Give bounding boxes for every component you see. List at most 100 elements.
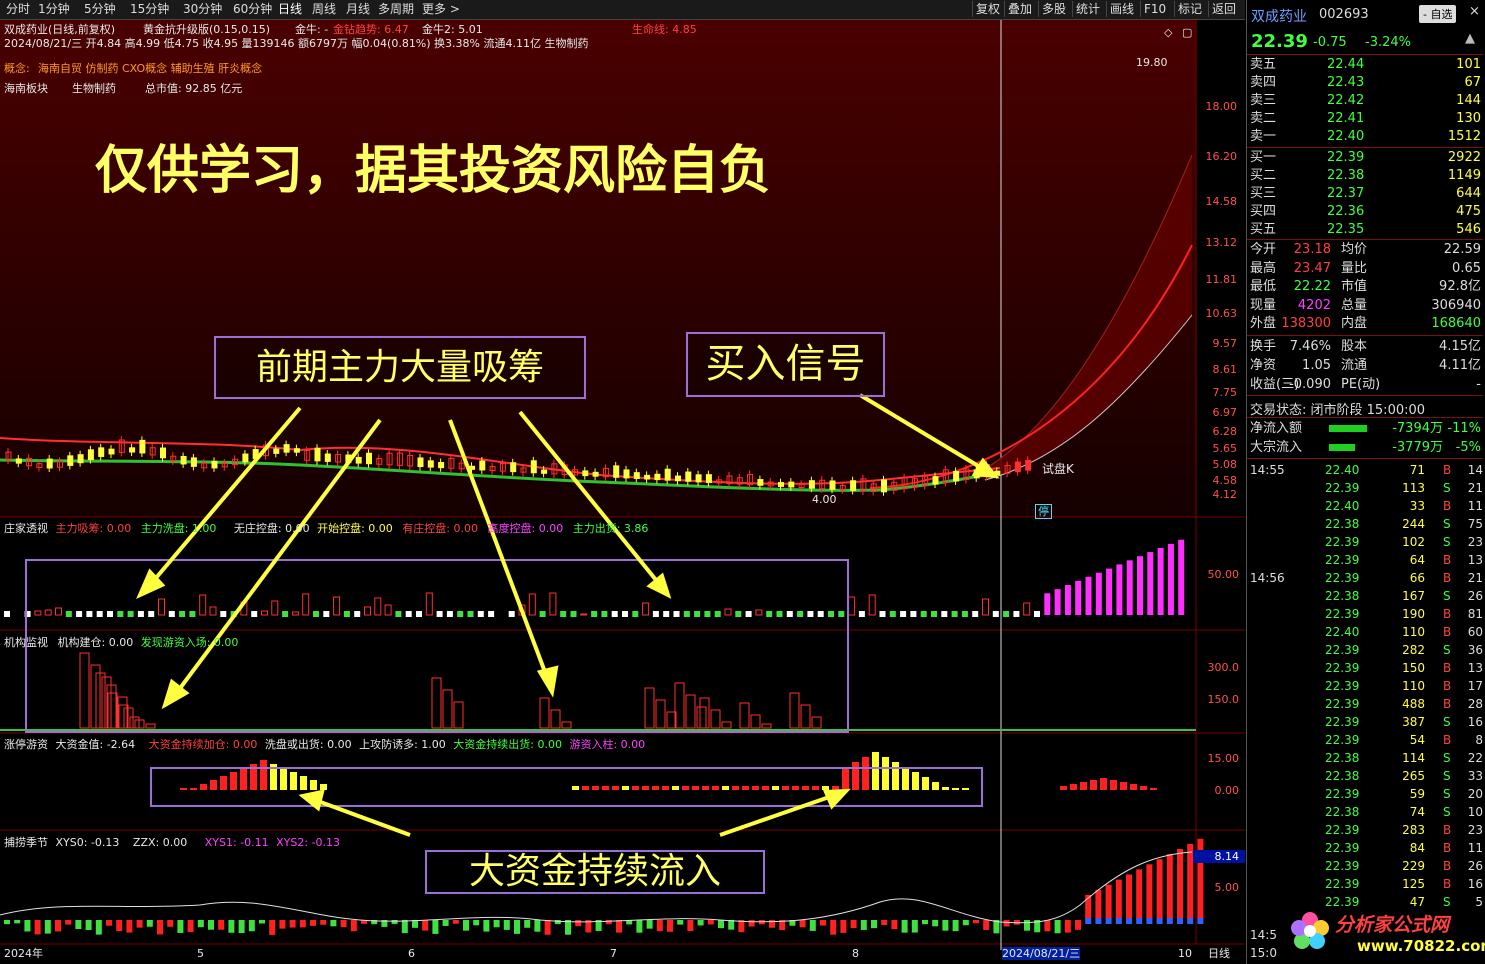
sub1-bar <box>622 611 628 617</box>
f10-button[interactable]: F10 <box>1140 1 1169 17</box>
multi-stock-button[interactable]: 多股 <box>1038 1 1069 17</box>
tick-row[interactable]: 22.39 150 B 13 <box>1247 659 1483 677</box>
sub1-bar <box>1023 602 1031 616</box>
mark-button[interactable]: 标记 <box>1174 1 1205 17</box>
diamond-icon[interactable]: ◇ <box>1164 26 1172 39</box>
candle-body <box>613 465 620 478</box>
sub4-bar <box>707 920 714 925</box>
tick-row[interactable]: 22.39 110 B 17 <box>1247 677 1483 695</box>
bid-row[interactable]: 买五 22.35 546 <box>1247 221 1481 239</box>
sub1-bar <box>652 611 659 617</box>
period-tab-timeshare[interactable]: 分时 <box>6 2 30 17</box>
tick-row[interactable]: 22.39 283 B 23 <box>1247 821 1483 839</box>
tick-row[interactable]: 14:55 22.40 71 B 14 <box>1247 461 1483 479</box>
sub4-bar <box>942 920 949 931</box>
chart-area[interactable]: 双成药业(日线,前复权) 黄金抗升级版(0.15,0.15) 金牛: - 金钻趋… <box>0 20 1245 964</box>
sub3-bar <box>260 760 267 790</box>
tick-row[interactable]: 22.40 33 B 11 <box>1247 497 1483 515</box>
sub3-bar <box>1090 780 1097 790</box>
period-tab-weekly[interactable]: 周线 <box>312 2 336 17</box>
tick-row[interactable]: 22.38 167 S 26 <box>1247 587 1483 605</box>
bell-icon[interactable]: ▲ <box>1465 31 1475 46</box>
tick-row[interactable]: 22.39 488 B 28 <box>1247 695 1483 713</box>
back-button[interactable]: 返回 <box>1208 1 1239 17</box>
tick-price: 22.39 <box>1325 679 1360 693</box>
tick-row[interactable]: 22.39 59 S 20 <box>1247 785 1483 803</box>
sub3-title[interactable]: 涨停游资 <box>4 738 48 751</box>
period-tab-1min[interactable]: 1分钟 <box>38 2 70 17</box>
draw-line-button[interactable]: 画线 <box>1106 1 1137 17</box>
bid-row[interactable]: 买三 22.37 644 <box>1247 185 1481 203</box>
bid-row[interactable]: 买一 22.39 2922 <box>1247 149 1481 167</box>
period-tab-30min[interactable]: 30分钟 <box>183 2 222 17</box>
period-tab-5min[interactable]: 5分钟 <box>84 2 116 17</box>
tick-volume: 114 <box>1402 751 1425 765</box>
sub3-bar <box>582 786 589 790</box>
ask-row[interactable]: 卖五 22.44 101 <box>1247 56 1481 74</box>
period-tab-15min[interactable]: 15分钟 <box>130 2 169 17</box>
add-watchlist-button[interactable]: - 自选 <box>1419 5 1457 23</box>
trade-status: 交易状态: 闭市阶段 15:00:00 <box>1250 403 1426 418</box>
tick-row[interactable]: 22.39 84 B 11 <box>1247 839 1483 857</box>
tick-row[interactable]: 22.38 244 S 75 <box>1247 515 1483 533</box>
stop-badge: 停 <box>1035 504 1052 519</box>
ask-row[interactable]: 卖四 22.43 67 <box>1247 74 1481 92</box>
ask-row[interactable]: 卖三 22.42 144 <box>1247 92 1481 110</box>
tick-row[interactable]: 22.38 114 S 22 <box>1247 749 1483 767</box>
bid-row[interactable]: 买四 22.36 475 <box>1247 203 1481 221</box>
ask-row[interactable]: 卖二 22.41 130 <box>1247 110 1481 128</box>
sub3-bar <box>962 788 969 790</box>
date-axis-period[interactable]: 日线 <box>1208 947 1230 960</box>
adjust-button[interactable]: 复权 <box>972 1 1003 17</box>
date-axis-jun: 6 <box>408 947 415 960</box>
tick-row[interactable]: 22.40 110 B 60 <box>1247 623 1483 641</box>
tick-row[interactable]: 22.39 54 B 8 <box>1247 731 1483 749</box>
tick-row[interactable]: 22.39 102 S 23 <box>1247 533 1483 551</box>
sub1-bar <box>209 606 217 616</box>
tick-row[interactable]: 22.39 282 S 36 <box>1247 641 1483 659</box>
tick-row[interactable]: 14:56 22.39 66 B 21 <box>1247 569 1483 587</box>
sub1-title[interactable]: 庄家透视 <box>4 522 48 535</box>
sub4-bar <box>677 920 684 925</box>
stat-row: 收益(三) -0.090 PE(动) - <box>1247 376 1481 394</box>
bid-volume: 546 <box>1456 222 1481 237</box>
candle-body <box>67 455 74 466</box>
sub2-title[interactable]: 机构监视 <box>4 636 48 649</box>
stat-value: 92.8亿 <box>1439 279 1481 294</box>
stock-title: 双成药业(日线,前复权) <box>4 23 116 36</box>
period-tab-more[interactable]: 更多 > <box>422 2 460 17</box>
bid-row[interactable]: 买二 22.38 1149 <box>1247 167 1481 185</box>
indicator-name[interactable]: 黄金抗升级版(0.15,0.15) <box>143 23 270 36</box>
tick-row[interactable]: 22.39 113 S 21 <box>1247 479 1483 497</box>
window-icon[interactable]: ▢ <box>1182 26 1192 39</box>
tick-row[interactable]: 22.39 387 S 16 <box>1247 713 1483 731</box>
ask-row[interactable]: 卖一 22.40 1512 <box>1247 128 1481 146</box>
tick-row[interactable]: 22.39 64 B 13 <box>1247 551 1483 569</box>
flow-value: -3779万 <box>1392 440 1443 455</box>
sub1-bar <box>127 611 134 617</box>
sub1-bar <box>776 611 783 617</box>
sub1-bar <box>828 611 834 617</box>
tick-direction: S <box>1443 643 1451 657</box>
close-panel-icon[interactable]: × <box>1469 4 1480 19</box>
tick-count: 26 <box>1467 859 1483 873</box>
sub1-bar <box>694 611 701 617</box>
period-tab-multi[interactable]: 多周期 <box>378 2 414 17</box>
period-tab-60min[interactable]: 60分钟 <box>233 2 272 17</box>
period-tab-monthly[interactable]: 月线 <box>346 2 370 17</box>
tick-row[interactable]: 22.39 125 B 16 <box>1247 875 1483 893</box>
tick-row[interactable]: 22.38 265 S 33 <box>1247 767 1483 785</box>
tick-row[interactable]: 22.38 74 S 10 <box>1247 803 1483 821</box>
current-price: 22.39 <box>1251 31 1308 52</box>
tick-row[interactable]: 22.39 190 B 81 <box>1247 605 1483 623</box>
stat-label: 今开 <box>1250 242 1277 257</box>
overlay-button[interactable]: 叠加 <box>1004 1 1035 17</box>
candle-body <box>87 449 94 461</box>
stats-button[interactable]: 统计 <box>1072 1 1103 17</box>
sub4-title[interactable]: 捕捞季节 <box>4 836 48 849</box>
sub1-bar <box>271 600 279 616</box>
tick-volume: 110 <box>1402 679 1425 693</box>
tick-row[interactable]: 22.39 229 B 26 <box>1247 857 1483 875</box>
ask-price: 22.44 <box>1327 57 1365 72</box>
period-tab-daily[interactable]: 日线 <box>278 2 302 17</box>
